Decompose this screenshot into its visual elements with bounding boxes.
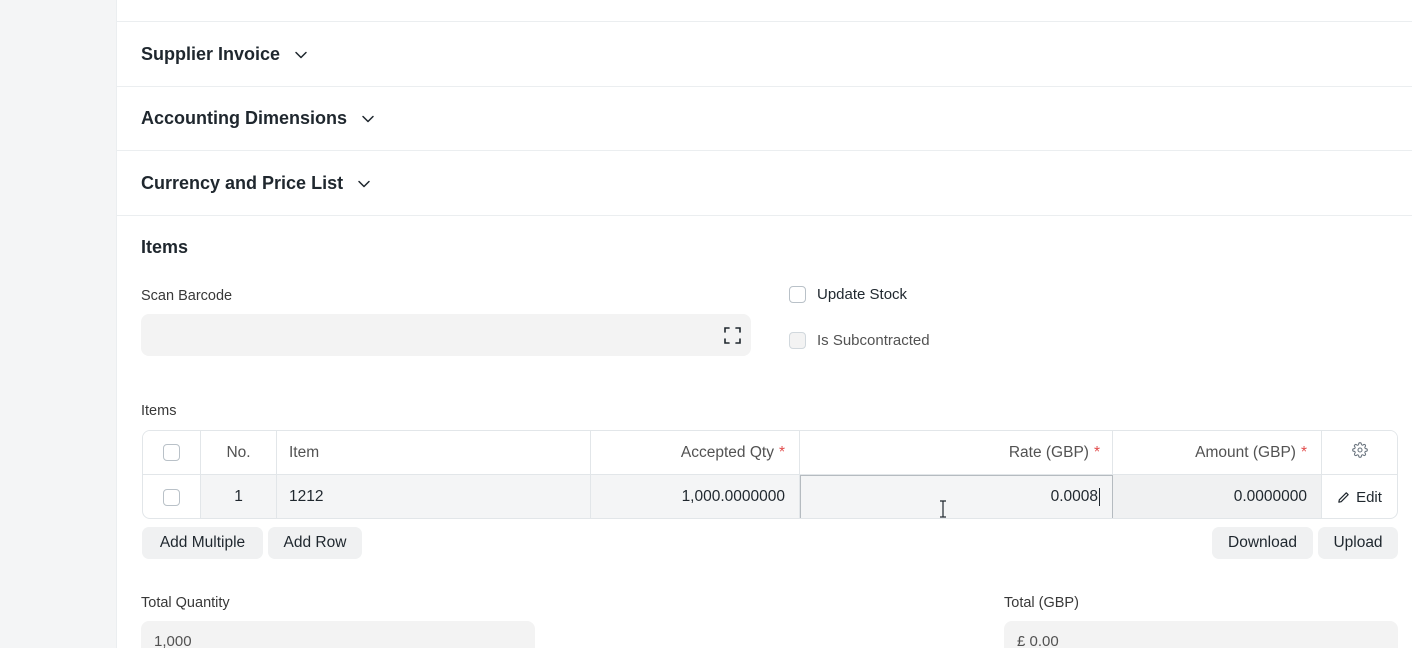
total-gbp-field: £ 0.00: [1004, 621, 1398, 648]
form-page: Supplier Invoice Accounting Dimensions C…: [116, 0, 1412, 648]
total-quantity-label: Total Quantity: [141, 595, 230, 611]
text-cursor-icon: [939, 500, 947, 518]
select-all-cell: [143, 431, 201, 474]
download-button[interactable]: Download: [1212, 527, 1313, 559]
checkbox[interactable]: [789, 286, 806, 303]
section-title: Accounting Dimensions: [141, 108, 348, 128]
chevron-down-icon: [361, 112, 375, 126]
header-no: No.: [201, 431, 277, 474]
header-item: Item: [277, 431, 591, 474]
row-checkbox[interactable]: [163, 488, 180, 506]
is-subcontracted-label: Is Subcontracted: [817, 332, 930, 349]
is-subcontracted-checkbox: Is Subcontracted: [789, 332, 930, 349]
header-label: Rate (GBP): [1008, 443, 1089, 461]
gear-icon[interactable]: [1351, 442, 1368, 463]
header-amount: Amount (GBP) *: [1113, 431, 1322, 474]
select-all-checkbox[interactable]: [163, 444, 180, 461]
section-accounting-dimensions[interactable]: Accounting Dimensions: [141, 108, 375, 129]
divider: [117, 21, 1412, 22]
row-select-cell: [143, 475, 201, 518]
header-label: Amount (GBP): [1195, 443, 1296, 461]
divider: [117, 150, 1412, 151]
row-rate-input[interactable]: 0.0008: [800, 475, 1113, 518]
pencil-icon: [1338, 491, 1349, 503]
scan-barcode-label: Scan Barcode: [141, 288, 233, 304]
checkbox: [789, 332, 806, 349]
table-row[interactable]: 1 1212 1,000.0000000 0.0008 0.0000000 Ed…: [143, 475, 1397, 518]
required-mark: *: [1300, 443, 1307, 461]
section-currency-price-list[interactable]: Currency and Price List: [141, 173, 371, 194]
row-accepted-qty[interactable]: 1,000.0000000: [591, 475, 800, 518]
edit-row-button[interactable]: Edit: [1337, 489, 1382, 506]
items-section-title: Items: [141, 237, 189, 257]
required-mark: *: [778, 443, 785, 461]
row-no: 1: [201, 475, 277, 518]
add-multiple-button[interactable]: Add Multiple: [142, 527, 263, 559]
update-stock-label: Update Stock: [817, 286, 908, 303]
required-mark: *: [1093, 443, 1100, 461]
rate-value: 0.0008: [1050, 488, 1098, 505]
items-table: No. Item Accepted Qty * Rate (GBP) * Amo…: [142, 430, 1398, 519]
column-settings-cell: [1322, 431, 1397, 474]
divider: [117, 86, 1412, 87]
section-supplier-invoice[interactable]: Supplier Invoice: [141, 44, 308, 65]
row-item[interactable]: 1212: [277, 475, 591, 518]
scan-icon[interactable]: [724, 327, 741, 344]
header-rate: Rate (GBP) *: [800, 431, 1113, 474]
total-gbp-label: Total (GBP): [1004, 595, 1079, 611]
divider: [117, 215, 1412, 216]
edit-label: Edit: [1356, 488, 1382, 506]
header-accepted-qty: Accepted Qty *: [591, 431, 800, 474]
section-title: Supplier Invoice: [141, 44, 281, 64]
upload-button[interactable]: Upload: [1318, 527, 1398, 559]
items-table-label: Items: [141, 403, 177, 419]
scan-barcode-input[interactable]: [141, 314, 751, 356]
chevron-down-icon: [357, 177, 371, 191]
update-stock-checkbox[interactable]: Update Stock: [789, 286, 907, 303]
header-label: Accepted Qty: [680, 443, 774, 461]
total-quantity-field: 1,000: [141, 621, 535, 648]
row-amount: 0.0000000: [1113, 475, 1322, 518]
row-edit-cell: Edit: [1322, 475, 1397, 518]
table-header-row: No. Item Accepted Qty * Rate (GBP) * Amo…: [143, 431, 1397, 475]
chevron-down-icon: [294, 48, 308, 62]
text-caret: [1099, 488, 1100, 506]
add-row-button[interactable]: Add Row: [268, 527, 362, 559]
section-title: Currency and Price List: [141, 173, 344, 193]
